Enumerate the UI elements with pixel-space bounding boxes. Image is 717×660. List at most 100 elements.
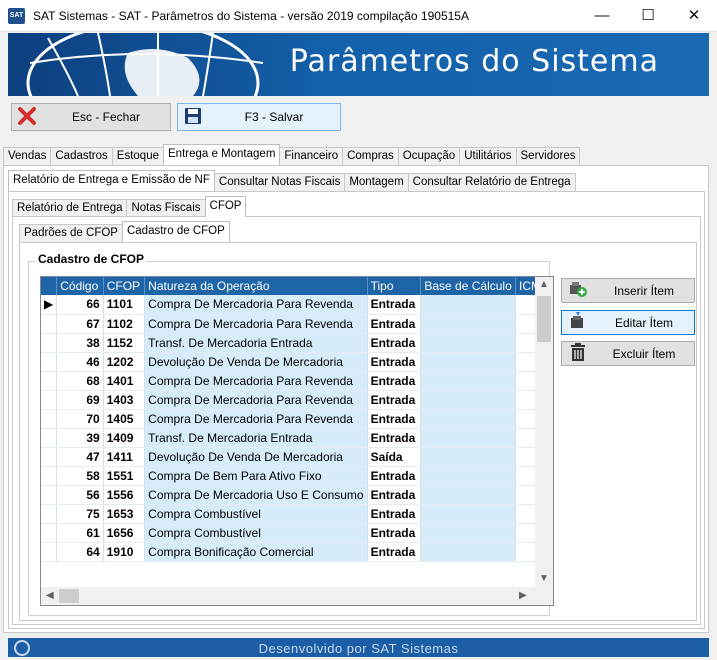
- cell-codigo[interactable]: 64: [56, 542, 104, 562]
- subtab2-notas-fiscais[interactable]: Notas Fiscais: [126, 199, 206, 217]
- cell-codigo[interactable]: 75: [56, 504, 104, 524]
- cell-natureza[interactable]: Compra De Mercadoria Para Revenda: [144, 314, 368, 334]
- tab-ocupacao[interactable]: Ocupação: [397, 147, 461, 165]
- subtab2-relatorio-de-entrega[interactable]: Relatório de Entrega: [12, 199, 128, 217]
- cell-codigo[interactable]: 66: [56, 295, 104, 315]
- cell-base-calculo[interactable]: [420, 485, 516, 505]
- column-header-tipo[interactable]: Tipo: [367, 277, 422, 295]
- delete-item-button[interactable]: Excluir Ítem: [561, 341, 695, 366]
- cell-tipo[interactable]: Entrada: [367, 428, 422, 448]
- horizontal-scrollbar[interactable]: ◀ ▶: [41, 587, 535, 605]
- row-selector-icon[interactable]: ▶: [41, 295, 58, 315]
- table-row[interactable]: 70 1405 Compra De Mercadoria Para Revenda E…: [41, 409, 553, 429]
- table-row[interactable]: 58 1551 Compra De Bem Para Ativo Fixo Entra…: [41, 466, 553, 486]
- row-indicator[interactable]: [41, 409, 58, 429]
- cell-natureza[interactable]: Compra De Mercadoria Para Revenda: [144, 390, 368, 410]
- tab-servidores[interactable]: Servidores: [515, 147, 581, 165]
- tab-compras[interactable]: Compras: [342, 147, 399, 165]
- horizontal-scroll-thumb[interactable]: [59, 589, 79, 603]
- cell-tipo[interactable]: Entrada: [367, 523, 422, 543]
- cell-natureza[interactable]: Compra De Mercadoria Para Revenda: [144, 371, 368, 391]
- scroll-right-icon[interactable]: ▶: [519, 590, 527, 601]
- cell-codigo[interactable]: 58: [56, 466, 104, 486]
- cell-codigo[interactable]: 39: [56, 428, 104, 448]
- vertical-scroll-thumb[interactable]: [537, 296, 551, 342]
- cell-cfop[interactable]: 1409: [103, 428, 146, 448]
- subtab-consultar-relatorio-de-entrega[interactable]: Consultar Relatório de Entrega: [407, 173, 576, 191]
- cell-cfop[interactable]: 1656: [103, 523, 146, 543]
- cell-codigo[interactable]: 56: [56, 485, 104, 505]
- cell-natureza[interactable]: Compra De Bem Para Ativo Fixo: [144, 466, 368, 486]
- row-indicator[interactable]: [41, 314, 58, 334]
- cell-base-calculo[interactable]: [420, 466, 516, 486]
- cell-tipo[interactable]: Entrada: [367, 466, 422, 486]
- table-row[interactable]: 56 1556 Compra De Mercadoria Uso E Consumo…: [41, 485, 553, 505]
- cell-natureza[interactable]: Transf. De Mercadoria Entrada: [144, 428, 368, 448]
- subtab2-cfop[interactable]: CFOP: [204, 196, 247, 217]
- tab-vendas[interactable]: Vendas: [3, 147, 52, 165]
- cell-codigo[interactable]: 67: [56, 314, 104, 334]
- edit-item-button[interactable]: Editar Ítem: [561, 310, 695, 335]
- table-row[interactable]: 64 1910 Compra Bonificação Comercial Entrad…: [41, 542, 553, 562]
- scroll-left-icon[interactable]: ◀: [46, 590, 54, 601]
- tab-entrega-e-montagem[interactable]: Entrega e Montagem: [163, 144, 281, 165]
- cell-codigo[interactable]: 61: [56, 523, 104, 543]
- subtab3-cadastro-de-cfop[interactable]: Cadastro de CFOP: [121, 221, 230, 242]
- table-row[interactable]: 69 1403 Compra De Mercadoria Para Revenda E…: [41, 390, 553, 410]
- cell-tipo[interactable]: Entrada: [367, 352, 422, 372]
- cell-codigo[interactable]: 70: [56, 409, 104, 429]
- cell-codigo[interactable]: 38: [56, 333, 104, 353]
- cell-cfop[interactable]: 1405: [103, 409, 146, 429]
- cell-tipo[interactable]: Entrada: [367, 333, 422, 353]
- column-header-codigo[interactable]: Código: [56, 277, 104, 295]
- cell-cfop[interactable]: 1551: [103, 466, 146, 486]
- cell-tipo[interactable]: Entrada: [367, 409, 422, 429]
- row-indicator[interactable]: [41, 390, 58, 410]
- cell-tipo[interactable]: Entrada: [367, 314, 422, 334]
- row-indicator[interactable]: [41, 542, 58, 562]
- tab-estoque[interactable]: Estoque: [111, 147, 164, 165]
- cell-natureza[interactable]: Devolução De Venda De Mercadoria: [144, 352, 368, 372]
- cell-codigo[interactable]: 46: [56, 352, 104, 372]
- column-header-natureza-da-operacao[interactable]: Natureza da Operação: [144, 277, 368, 295]
- cell-cfop[interactable]: 1202: [103, 352, 146, 372]
- cell-base-calculo[interactable]: [420, 333, 516, 353]
- cell-natureza[interactable]: Transf. De Mercadoria Entrada: [144, 333, 368, 353]
- cell-base-calculo[interactable]: [420, 371, 516, 391]
- cell-cfop[interactable]: 1411: [103, 447, 146, 467]
- cell-natureza[interactable]: Compra De Mercadoria Para Revenda: [144, 409, 368, 429]
- cell-cfop[interactable]: 1102: [103, 314, 146, 334]
- row-indicator[interactable]: [41, 333, 58, 353]
- close-form-button[interactable]: Esc - Fechar: [11, 103, 171, 131]
- cell-base-calculo[interactable]: [420, 447, 516, 467]
- cell-base-calculo[interactable]: [420, 409, 516, 429]
- cell-base-calculo[interactable]: [420, 504, 516, 524]
- cell-base-calculo[interactable]: [420, 295, 516, 315]
- cell-codigo[interactable]: 69: [56, 390, 104, 410]
- cell-tipo[interactable]: Saída: [367, 447, 422, 467]
- cell-tipo[interactable]: Entrada: [367, 504, 422, 524]
- table-row[interactable]: 38 1152 Transf. De Mercadoria Entrada Entra…: [41, 333, 553, 353]
- cell-cfop[interactable]: 1152: [103, 333, 146, 353]
- table-row[interactable]: ▶ 66 1101 Compra De Mercadoria Para Revenda…: [41, 295, 553, 315]
- save-button[interactable]: F3 - Salvar: [177, 103, 341, 131]
- maximize-button[interactable]: ☐: [625, 0, 671, 32]
- close-window-button[interactable]: ✕: [671, 0, 717, 32]
- table-row[interactable]: 67 1102 Compra De Mercadoria Para Revenda E…: [41, 314, 553, 334]
- row-indicator[interactable]: [41, 447, 58, 467]
- cell-cfop[interactable]: 1401: [103, 371, 146, 391]
- tab-utilitarios[interactable]: Utilitários: [459, 147, 517, 165]
- cell-natureza[interactable]: Compra De Mercadoria Para Revenda: [144, 295, 368, 315]
- cell-natureza[interactable]: Devolução De Venda De Mercadoria: [144, 447, 368, 467]
- insert-item-button[interactable]: Inserir Ítem: [561, 278, 695, 303]
- table-row[interactable]: 47 1411 Devolução De Venda De Mercadoria Sa…: [41, 447, 553, 467]
- cell-tipo[interactable]: Entrada: [367, 371, 422, 391]
- cell-base-calculo[interactable]: [420, 390, 516, 410]
- tab-cadastros[interactable]: Cadastros: [50, 147, 113, 165]
- row-indicator[interactable]: [41, 485, 58, 505]
- scroll-down-icon[interactable]: ▼: [539, 573, 549, 584]
- row-indicator[interactable]: [41, 352, 58, 372]
- subtab-montagem[interactable]: Montagem: [344, 173, 409, 191]
- cell-base-calculo[interactable]: [420, 523, 516, 543]
- cell-cfop[interactable]: 1403: [103, 390, 146, 410]
